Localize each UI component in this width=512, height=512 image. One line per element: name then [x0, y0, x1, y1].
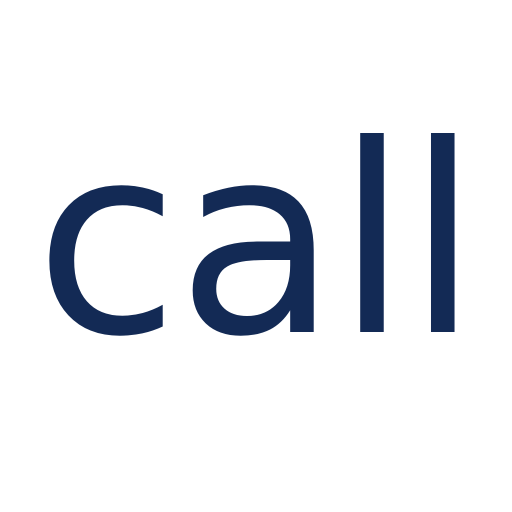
- word-text: call: [34, 89, 479, 394]
- word-card: call: [0, 0, 512, 512]
